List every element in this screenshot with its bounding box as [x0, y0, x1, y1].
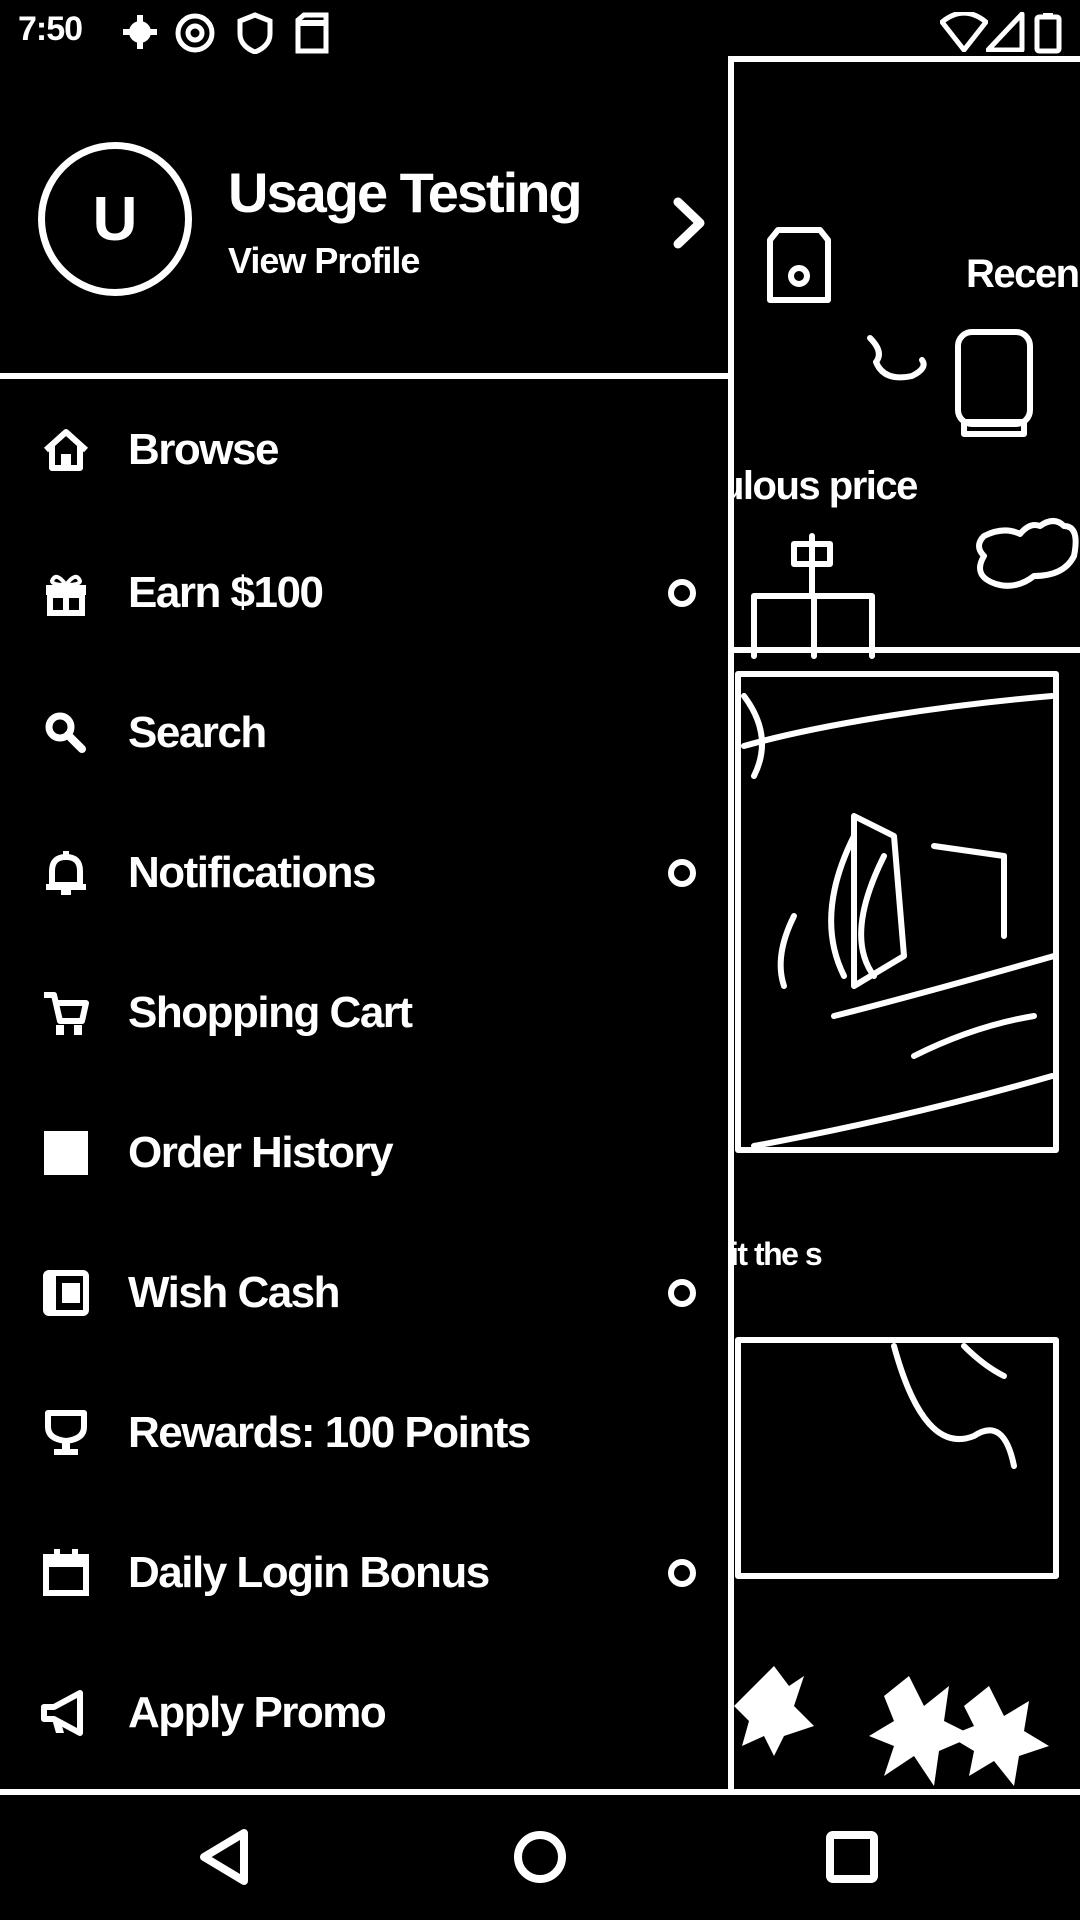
menu-item-label: Shopping Cart	[128, 988, 413, 1037]
menu-item-notifications[interactable]: Notifications	[0, 803, 728, 943]
calendar-icon	[43, 1549, 89, 1596]
back-icon[interactable]	[194, 1825, 258, 1889]
background-content: Recen ulous price it the s	[734, 56, 1080, 1794]
profile-divider	[0, 373, 733, 379]
menu-item-label: Apply Promo	[128, 1688, 387, 1737]
menu-item-label: Notifications	[128, 848, 376, 897]
drawer-edge	[728, 56, 734, 1794]
menu-item-label: Wish Cash	[128, 1268, 341, 1317]
price-text: ulous price	[734, 464, 918, 508]
search-icon	[45, 712, 86, 753]
menu-item-browse[interactable]: Browse	[0, 380, 728, 520]
menu-item-label: Browse	[128, 425, 279, 474]
menu-item-order-history[interactable]: Order History	[0, 1083, 728, 1223]
order-history-icon	[44, 1131, 88, 1175]
sd-card-icon	[295, 12, 329, 54]
background-illustrations	[734, 56, 1080, 1786]
megaphone-icon	[41, 1690, 83, 1736]
home-circle-icon[interactable]	[508, 1825, 572, 1889]
signal-icon	[986, 12, 1025, 52]
view-profile-link[interactable]: View Profile	[228, 240, 420, 282]
gift-icon	[46, 574, 86, 616]
menu-item-label: Earn $100	[128, 568, 324, 617]
trophy-icon	[45, 1410, 87, 1455]
menu-item-daily-login-bonus[interactable]: Daily Login Bonus	[0, 1503, 728, 1643]
recent-label: Recen	[966, 252, 1080, 296]
battery-icon	[1034, 13, 1062, 54]
badge-dot	[668, 1279, 696, 1307]
caption-text: it the s	[734, 1236, 823, 1272]
badge-dot	[668, 859, 696, 887]
menu-item-label: Search	[128, 708, 267, 757]
menu-item-label: Daily Login Bonus	[128, 1548, 490, 1597]
menu-item-label: Order History	[128, 1128, 394, 1177]
wifi-icon	[940, 12, 988, 52]
wallet-icon	[43, 1270, 89, 1316]
menu-item-label: Rewards: 100 Points	[128, 1408, 531, 1457]
status-time: 7:50	[18, 10, 83, 48]
menu-item-shopping-cart[interactable]: Shopping Cart	[0, 943, 728, 1083]
status-bar: 7:50	[0, 0, 1080, 62]
badge-dot	[668, 579, 696, 607]
bell-icon	[46, 851, 86, 895]
avatar[interactable]: U	[38, 142, 192, 296]
at-sign-icon	[175, 13, 215, 53]
recents-icon[interactable]	[820, 1825, 884, 1889]
menu-item-earn[interactable]: Earn $100	[0, 523, 728, 663]
menu-item-wish-cash[interactable]: Wish Cash	[0, 1223, 728, 1363]
menu-item-search[interactable]: Search	[0, 663, 728, 803]
profile-name: Usage Testing	[228, 161, 583, 224]
menu-item-apply-promo[interactable]: Apply Promo	[0, 1643, 728, 1783]
menu-item-rewards[interactable]: Rewards: 100 Points	[0, 1363, 728, 1503]
avatar-initial: U	[92, 184, 138, 254]
shield-icon	[237, 12, 273, 54]
settings-notification-icon	[123, 15, 157, 49]
cart-icon	[44, 992, 89, 1035]
home-icon	[43, 429, 89, 471]
navigation-bar	[0, 1795, 1080, 1920]
chevron-right-icon[interactable]	[668, 196, 708, 250]
badge-dot	[668, 1559, 696, 1587]
